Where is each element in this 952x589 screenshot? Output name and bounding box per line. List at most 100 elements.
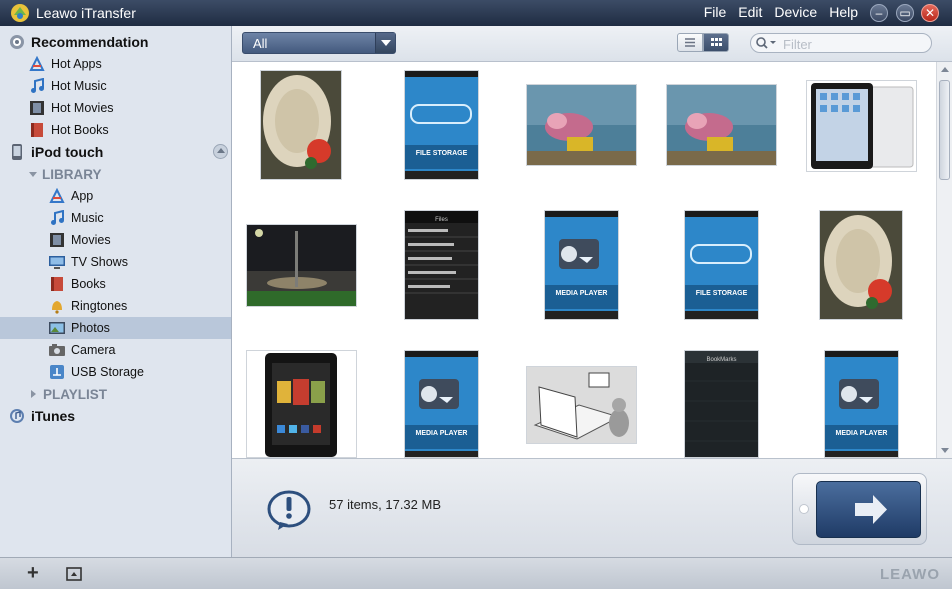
- night-street-image: [247, 225, 356, 306]
- sidebar-group-library[interactable]: LIBRARY: [0, 163, 231, 185]
- menu-device[interactable]: Device: [774, 4, 817, 20]
- tv-icon: [49, 256, 65, 269]
- media-player-screen-image: MEDIA PLAYER: [545, 211, 618, 319]
- film-icon: [50, 233, 64, 247]
- photo-thumbnail[interactable]: MEDIA PLAYER: [824, 350, 899, 458]
- sidebar-item-camera[interactable]: Camera: [0, 339, 231, 361]
- window-title: Leawo iTransfer: [36, 5, 136, 21]
- sidebar-item-label: Books: [71, 277, 106, 291]
- svg-text:FILE STORAGE: FILE STORAGE: [696, 290, 748, 297]
- book-sketch-image: [527, 367, 636, 443]
- minimize-button[interactable]: –: [870, 4, 888, 22]
- screenshot-icon[interactable]: [66, 567, 82, 581]
- sidebar-item-label: Hot Music: [51, 79, 107, 93]
- flower-vase-image: [667, 85, 776, 165]
- sidebar-item-books[interactable]: Books: [0, 273, 231, 295]
- music-note-icon: [31, 78, 44, 93]
- itunes-icon: [10, 409, 24, 423]
- info-exclamation-icon: [267, 490, 311, 530]
- sidebar-item-label: Recommendation: [31, 34, 149, 50]
- photo-thumbnail[interactable]: [526, 366, 637, 444]
- grid-view-button[interactable]: [703, 33, 729, 52]
- sidebar-item-photos[interactable]: Photos: [0, 317, 231, 339]
- sidebar-item-tv-shows[interactable]: TV Shows: [0, 251, 231, 273]
- sidebar-item-usb-storage[interactable]: USB Storage: [0, 361, 231, 383]
- photo-thumbnail[interactable]: [806, 80, 917, 172]
- app-store-icon: [29, 56, 45, 71]
- sidebar-item-label: iTunes: [31, 408, 76, 424]
- sidebar-group-label: PLAYLIST: [43, 386, 108, 402]
- photo-thumbnail[interactable]: BookMarks: [684, 350, 759, 458]
- sidebar-item-app[interactable]: App: [0, 185, 231, 207]
- media-player-screen-image: MEDIA PLAYER: [405, 351, 478, 457]
- indicator-dot: [799, 504, 809, 514]
- list-view-button[interactable]: [677, 33, 703, 52]
- close-icon: ✕: [924, 6, 936, 20]
- sidebar-item-label: App: [71, 189, 94, 203]
- photo-thumbnail[interactable]: [260, 70, 342, 180]
- photo-thumbnail[interactable]: [246, 224, 357, 307]
- filter-search-field[interactable]: Filter: [750, 33, 932, 53]
- content-toolbar: All Filter: [232, 26, 952, 62]
- camera-icon: [49, 344, 65, 356]
- flower-vase-image: [527, 85, 636, 165]
- photo-thumbnail[interactable]: FILE STORAGE: [404, 70, 479, 180]
- grid-view-icon: [711, 38, 722, 46]
- sidebar-item-movies[interactable]: Movies: [0, 229, 231, 251]
- bell-icon: [52, 301, 62, 314]
- book-icon: [31, 123, 43, 137]
- sidebar-item-itunes[interactable]: iTunes: [0, 405, 231, 427]
- sidebar-item-device[interactable]: iPod touch: [0, 141, 231, 163]
- sidebar-group-label: LIBRARY: [42, 166, 102, 182]
- sidebar-item-label: Photos: [71, 321, 110, 335]
- sidebar-item-label: Hot Books: [51, 123, 109, 137]
- recommendation-icon: [10, 35, 24, 49]
- close-button[interactable]: ✕: [921, 4, 939, 22]
- sidebar-item-music[interactable]: Music: [0, 207, 231, 229]
- search-placeholder: Filter: [783, 37, 812, 52]
- transfer-button[interactable]: [792, 473, 927, 545]
- sidebar-item-recommendation[interactable]: Recommendation: [0, 31, 231, 53]
- transfer-button-face[interactable]: [816, 481, 921, 538]
- app-logo-icon: [11, 4, 29, 22]
- sidebar-item-hot-movies[interactable]: Hot Movies: [0, 97, 231, 119]
- photo-thumbnail[interactable]: [819, 210, 903, 320]
- scroll-up-icon[interactable]: [941, 67, 949, 72]
- sidebar-item-ringtones[interactable]: Ringtones: [0, 295, 231, 317]
- photo-thumbnail[interactable]: FILE STORAGE: [684, 210, 759, 320]
- maximize-button[interactable]: ▭: [896, 4, 914, 22]
- sidebar-item-label: Music: [71, 211, 104, 225]
- minimize-icon: –: [875, 6, 883, 20]
- menu-help[interactable]: Help: [829, 4, 858, 20]
- menu-edit[interactable]: Edit: [738, 4, 762, 20]
- sidebar-item-hot-music[interactable]: Hot Music: [0, 75, 231, 97]
- file-storage-screen-image: FILE STORAGE: [685, 211, 758, 319]
- chevron-down-icon[interactable]: [375, 33, 395, 53]
- sidebar: Recommendation Hot Apps Hot Music Hot Mo…: [0, 26, 232, 557]
- menu-bar: File Edit Device Help: [704, 4, 858, 20]
- sidebar-item-label: Ringtones: [71, 299, 128, 313]
- title-bar: Leawo iTransfer File Edit Device Help – …: [0, 0, 952, 26]
- ipod-icon: [12, 144, 22, 160]
- sidebar-item-hot-books[interactable]: Hot Books: [0, 119, 231, 141]
- status-panel: 57 items, 17.32 MB: [232, 458, 952, 557]
- hat-flowers-image: [261, 71, 341, 179]
- eject-icon[interactable]: [213, 144, 228, 159]
- sidebar-item-hot-apps[interactable]: Hot Apps: [0, 53, 231, 75]
- scroll-thumb[interactable]: [939, 80, 950, 180]
- photo-thumbnail[interactable]: MEDIA PLAYER: [404, 350, 479, 458]
- photo-thumbnail[interactable]: [526, 84, 637, 166]
- vertical-scrollbar[interactable]: [936, 62, 952, 458]
- scroll-down-icon[interactable]: [941, 448, 949, 453]
- photo-thumbnail[interactable]: Files: [404, 210, 479, 320]
- sidebar-group-playlist[interactable]: PLAYLIST: [0, 383, 231, 405]
- photo-thumbnail[interactable]: [666, 84, 777, 166]
- add-icon[interactable]: +: [27, 563, 39, 583]
- photo-thumbnail[interactable]: [246, 350, 357, 458]
- film-icon: [30, 101, 44, 115]
- menu-file[interactable]: File: [704, 4, 727, 20]
- svg-text:FILE STORAGE: FILE STORAGE: [416, 150, 468, 157]
- bookmarks-screen-image: BookMarks: [685, 351, 758, 457]
- category-filter-dropdown[interactable]: All: [242, 32, 396, 54]
- photo-thumbnail[interactable]: MEDIA PLAYER: [544, 210, 619, 320]
